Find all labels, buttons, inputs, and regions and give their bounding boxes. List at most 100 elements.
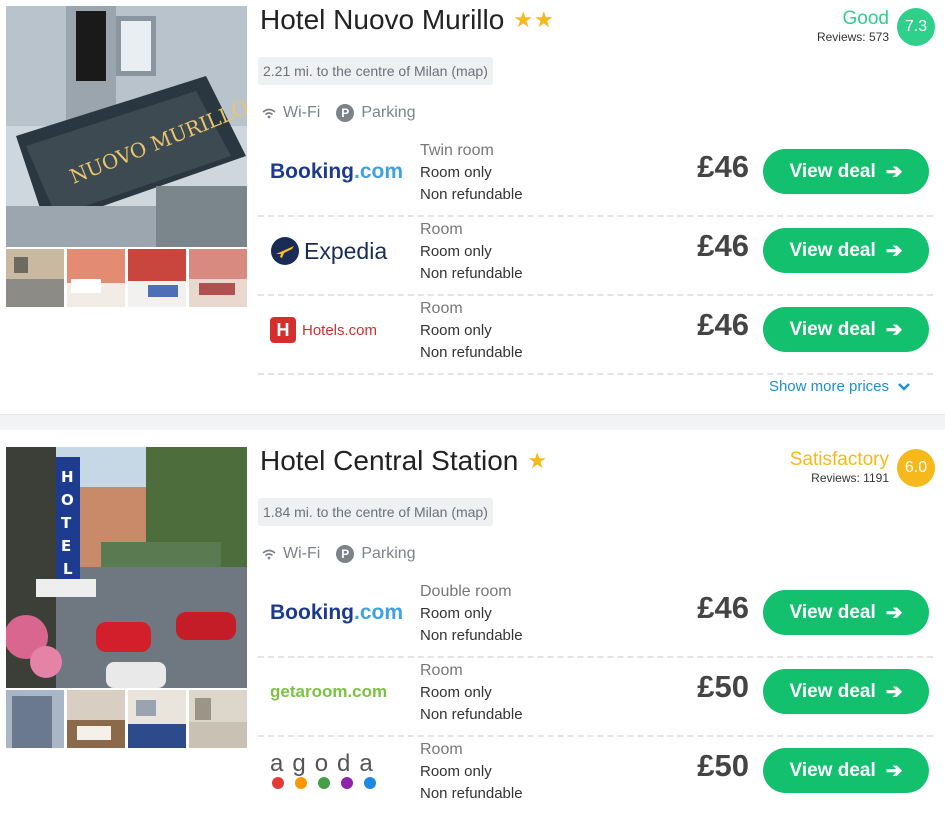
amenity-label: Wi-Fi (283, 545, 321, 562)
review-count: Reviews: 1191 (811, 471, 889, 485)
amenities: Wi-Fi P Parking (262, 545, 432, 563)
expedia-plane-icon (271, 237, 299, 265)
photo-thumbnail[interactable] (128, 690, 186, 748)
deal-price: £46 (697, 307, 749, 342)
hotel-title-row: Hotel Nuovo Murillo ★★ (260, 4, 555, 36)
room-type: Room (420, 221, 463, 238)
amenity-label: Parking (361, 104, 416, 121)
room-details: Room Room only Non refundable (420, 739, 523, 805)
room-details: Room Room only Non refundable (420, 660, 523, 726)
deal-row: Expedia Room Room only Non refundable £4… (258, 215, 933, 296)
deal-row: Booking .com Twin room Room only Non refu… (258, 136, 933, 217)
board-type: Room only (420, 243, 492, 260)
room-type: Room (420, 662, 463, 679)
deal-row: Booking .com Double room Room only Non re… (258, 577, 933, 658)
wifi-icon (262, 549, 276, 559)
expedia-logo[interactable]: Expedia (270, 215, 405, 287)
getaroom-logo[interactable]: getaroom.com (270, 656, 405, 728)
photo-thumbnails (6, 249, 247, 307)
view-deal-button[interactable]: View deal ➔ (763, 748, 929, 793)
booking-logo[interactable]: Booking .com (270, 577, 405, 649)
refund-policy: Non refundable (420, 785, 523, 802)
amenity-parking: P Parking (336, 545, 416, 563)
parking-icon: P (336, 104, 355, 122)
show-more-prices-link[interactable]: Show more prices (769, 378, 911, 395)
board-type: Room only (420, 763, 492, 780)
guest-rating: Satisfactory Reviews: 1191 6.0 (790, 449, 935, 487)
amenity-label: Wi-Fi (283, 104, 321, 121)
hotel-main-photo[interactable]: H O T E L (6, 447, 247, 688)
guest-rating: Good Reviews: 573 7.3 (817, 8, 935, 46)
booking-logo[interactable]: Booking .com (270, 136, 405, 208)
amenity-label: Parking (361, 545, 416, 562)
review-count: Reviews: 573 (816, 30, 889, 44)
deal-price: £50 (697, 748, 749, 783)
room-type: Room (420, 741, 463, 758)
photo-thumbnail[interactable] (67, 249, 125, 307)
room-type: Twin room (420, 142, 494, 159)
arrow-right-icon: ➔ (885, 240, 903, 262)
board-type: Room only (420, 164, 492, 181)
room-type: Double room (420, 583, 512, 600)
wifi-icon (262, 108, 276, 118)
hotel-title-row: Hotel Central Station ★ (260, 445, 548, 477)
arrow-right-icon: ➔ (885, 681, 903, 703)
refund-policy: Non refundable (420, 627, 523, 644)
rating-score-badge: 6.0 (897, 449, 935, 487)
svg-text:T: T (61, 514, 72, 532)
hotels-com-icon: H (270, 317, 296, 343)
agoda-dots-icon (272, 777, 376, 789)
deal-price: £46 (697, 590, 749, 625)
hotels-com-logo[interactable]: H Hotels.com (270, 294, 405, 366)
deal-row: agoda Room Room only Non refundable £50 … (258, 735, 933, 814)
amenity-wifi: Wi-Fi (262, 104, 320, 122)
hotel-card: H O T E L Hotel Central Station ★ Satisf… (0, 430, 945, 805)
refund-policy: Non refundable (420, 706, 523, 723)
deal-row: H Hotels.com Room Room only Non refundab… (258, 294, 933, 375)
svg-text:E: E (61, 537, 71, 555)
deal-price: £50 (697, 669, 749, 704)
rating-score-badge: 7.3 (897, 8, 935, 46)
svg-text:O: O (61, 491, 74, 509)
hotel-name[interactable]: Hotel Nuovo Murillo (260, 4, 504, 36)
view-deal-button[interactable]: View deal ➔ (763, 307, 929, 352)
view-deal-button[interactable]: View deal ➔ (763, 669, 929, 714)
svg-text:L: L (63, 560, 73, 578)
star-rating: ★★ (513, 7, 555, 32)
card-separator (0, 414, 945, 431)
photo-thumbnail[interactable] (6, 249, 64, 307)
hotel-card: NUOVO MURILLO Hotel Nuovo Murillo ★★ Goo… (0, 0, 945, 414)
photo-thumbnail[interactable] (128, 249, 186, 307)
board-type: Room only (420, 684, 492, 701)
agoda-logo[interactable]: agoda (270, 735, 405, 807)
amenity-wifi: Wi-Fi (262, 545, 320, 563)
photo-thumbnail[interactable] (189, 249, 247, 307)
room-details: Room Room only Non refundable (420, 219, 523, 285)
photo-thumbnail[interactable] (67, 690, 125, 748)
distance-to-centre[interactable]: 2.21 mi. to the centre of Milan (map) (258, 57, 493, 85)
deal-price: £46 (697, 149, 749, 184)
star-rating: ★ (527, 448, 549, 473)
deal-row: getaroom.com Room Room only Non refundab… (258, 656, 933, 737)
svg-text:H: H (61, 468, 74, 486)
refund-policy: Non refundable (420, 265, 523, 282)
hotel-name[interactable]: Hotel Central Station (260, 445, 518, 477)
room-details: Room Room only Non refundable (420, 298, 523, 364)
refund-policy: Non refundable (420, 186, 523, 203)
photo-thumbnail[interactable] (189, 690, 247, 748)
view-deal-button[interactable]: View deal ➔ (763, 149, 929, 194)
refund-policy: Non refundable (420, 344, 523, 361)
hotel-main-photo[interactable]: NUOVO MURILLO (6, 6, 247, 247)
arrow-right-icon: ➔ (885, 161, 903, 183)
amenities: Wi-Fi P Parking (262, 104, 432, 122)
arrow-right-icon: ➔ (885, 760, 903, 782)
amenity-parking: P Parking (336, 104, 416, 122)
photo-thumbnail[interactable] (6, 690, 64, 748)
view-deal-button[interactable]: View deal ➔ (763, 590, 929, 635)
view-deal-button[interactable]: View deal ➔ (763, 228, 929, 273)
distance-to-centre[interactable]: 1.84 mi. to the centre of Milan (map) (258, 498, 493, 526)
rating-label: Good (842, 8, 889, 29)
room-details: Twin room Room only Non refundable (420, 140, 523, 206)
arrow-right-icon: ➔ (885, 602, 903, 624)
board-type: Room only (420, 322, 492, 339)
